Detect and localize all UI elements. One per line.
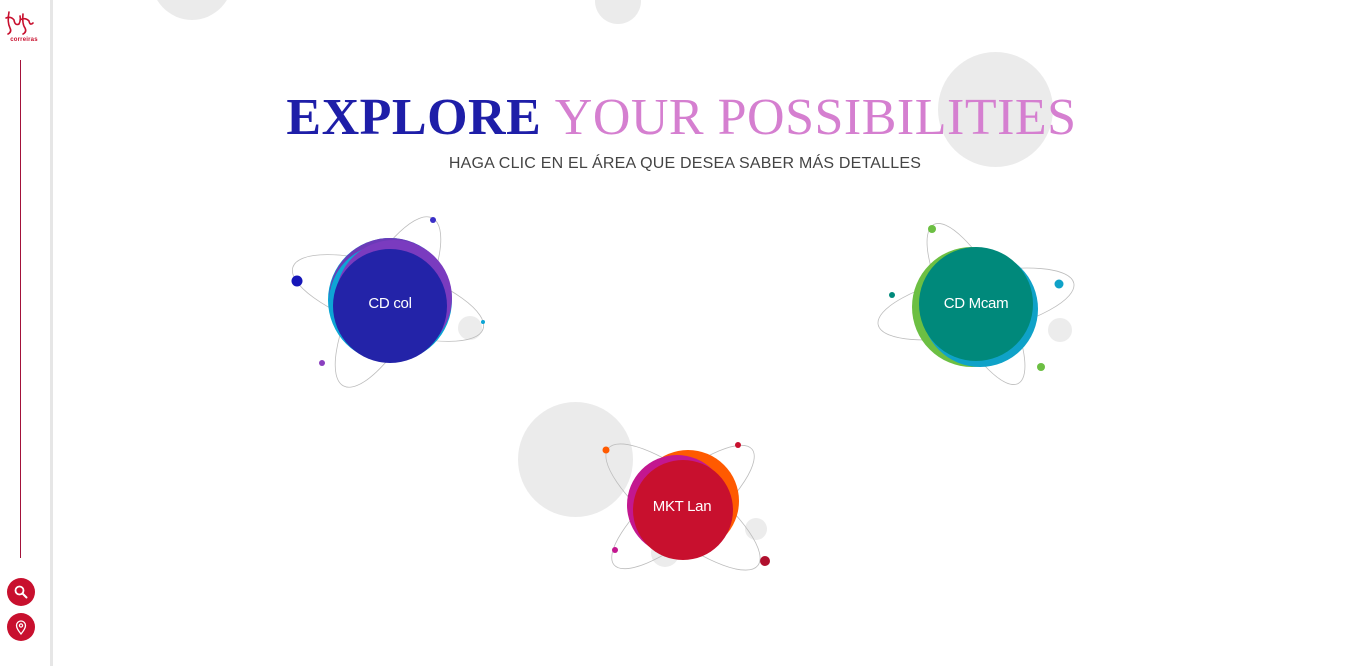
- planet-label: CD Mcam: [943, 295, 1009, 312]
- decorative-circle: [150, 0, 234, 20]
- title-possibilities: YOUR POSSIBILITIES: [554, 89, 1077, 146]
- search-icon: [14, 585, 28, 599]
- planet-mkt-lan[interactable]: MKT Lan: [585, 435, 785, 580]
- planet-label: MKT Lan: [652, 498, 712, 515]
- brand-logo[interactable]: correiras: [3, 8, 41, 48]
- logo-text: correiras: [10, 37, 38, 43]
- page-title: EXPLORE YOUR POSSIBILITIES: [0, 88, 1363, 147]
- planet-label: CD col: [368, 295, 412, 312]
- location-button[interactable]: [7, 613, 35, 641]
- page-subtitle: HAGA CLIC EN EL ÁREA QUE DESEA SABER MÁS…: [448, 155, 922, 172]
- title-explore: EXPLORE: [286, 89, 542, 146]
- location-pin-icon: [15, 619, 27, 635]
- decorative-circle: [595, 0, 641, 24]
- planet-cd-col[interactable]: CD col: [280, 210, 500, 400]
- planet-cd-mcam[interactable]: CD Mcam: [870, 215, 1085, 395]
- logo-script-mark: [5, 11, 34, 35]
- search-button[interactable]: [7, 578, 35, 606]
